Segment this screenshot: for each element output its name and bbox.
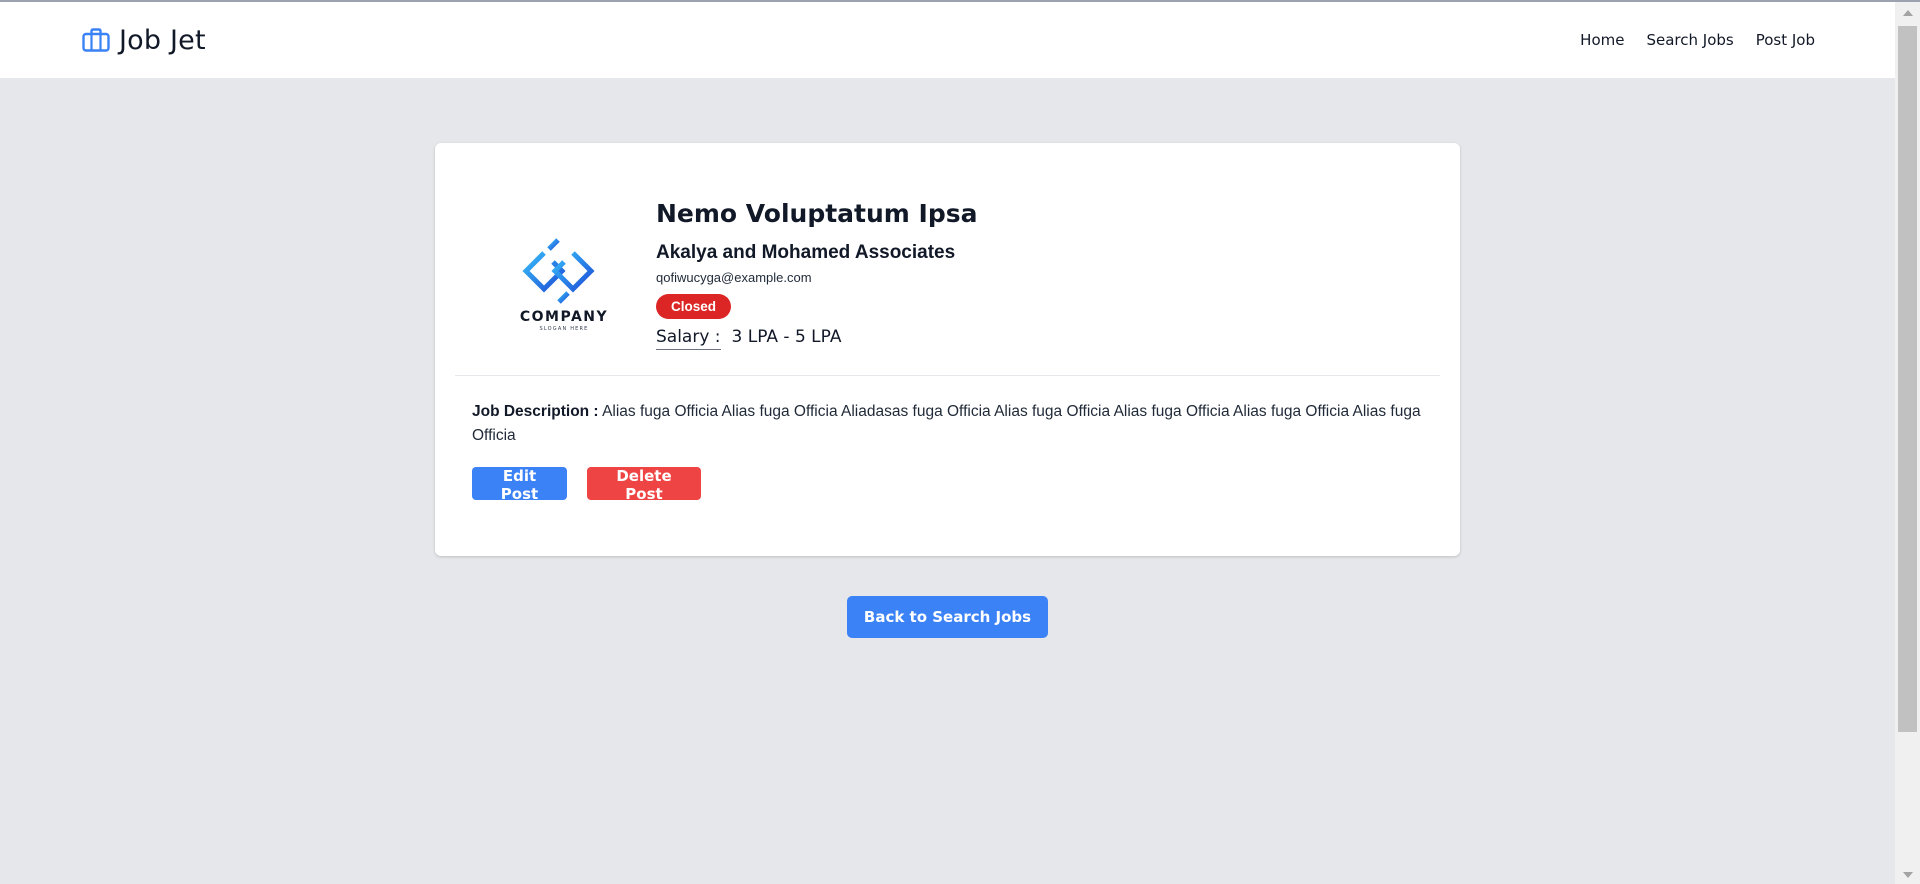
company-name: Akalya and Mohamed Associates [656, 242, 956, 263]
back-to-search-jobs-button[interactable]: Back to Search Jobs [847, 596, 1048, 638]
scrollbar-thumb[interactable] [1898, 26, 1917, 732]
job-info: Nemo Voluptatum Ipsa Akalya and Mohamed … [656, 199, 978, 350]
scroll-down-icon[interactable] [1903, 872, 1913, 878]
edit-post-button[interactable]: Edit Post [472, 467, 567, 503]
main-nav: Home Search Jobs Post Job [1580, 31, 1815, 49]
nav-home[interactable]: Home [1580, 31, 1624, 49]
job-title: Nemo Voluptatum Ipsa [656, 199, 978, 228]
salary-label: Salary : [656, 327, 721, 350]
brand-name: Job Jet [119, 24, 206, 56]
scroll-up-icon[interactable] [1903, 10, 1913, 16]
brand[interactable]: Job Jet [82, 25, 206, 56]
nav-post-job[interactable]: Post Job [1756, 31, 1815, 49]
job-description-text: Alias fuga Officia Alias fuga Officia Al… [472, 403, 1421, 444]
logo-company-text: COMPANY [520, 309, 608, 325]
logo-slogan-text: SLOGAN HERE [539, 326, 588, 332]
vertical-scrollbar[interactable] [1895, 2, 1920, 884]
salary-value: 3 LPA - 5 LPA [731, 327, 842, 347]
nav-search-jobs[interactable]: Search Jobs [1646, 31, 1733, 49]
delete-post-button[interactable]: Delete Post [587, 467, 701, 503]
navbar: Job Jet Home Search Jobs Post Job [0, 2, 1895, 78]
post-actions: Edit Post Delete Post [472, 467, 701, 503]
job-detail-card: COMPANY SLOGAN HERE Nemo Voluptatum Ipsa… [435, 143, 1460, 556]
salary-row: Salary : 3 LPA - 5 LPA [656, 327, 978, 350]
briefcase-icon [82, 26, 110, 54]
job-description-label: Job Description : [472, 403, 599, 420]
job-description: Job Description : Alias fuga Officia Ali… [472, 400, 1432, 448]
status-badge: Closed [656, 294, 732, 319]
divider [455, 375, 1440, 376]
company-logo: COMPANY SLOGAN HERE [489, 229, 639, 339]
company-email: qofiwucyga@example.com [656, 270, 812, 285]
